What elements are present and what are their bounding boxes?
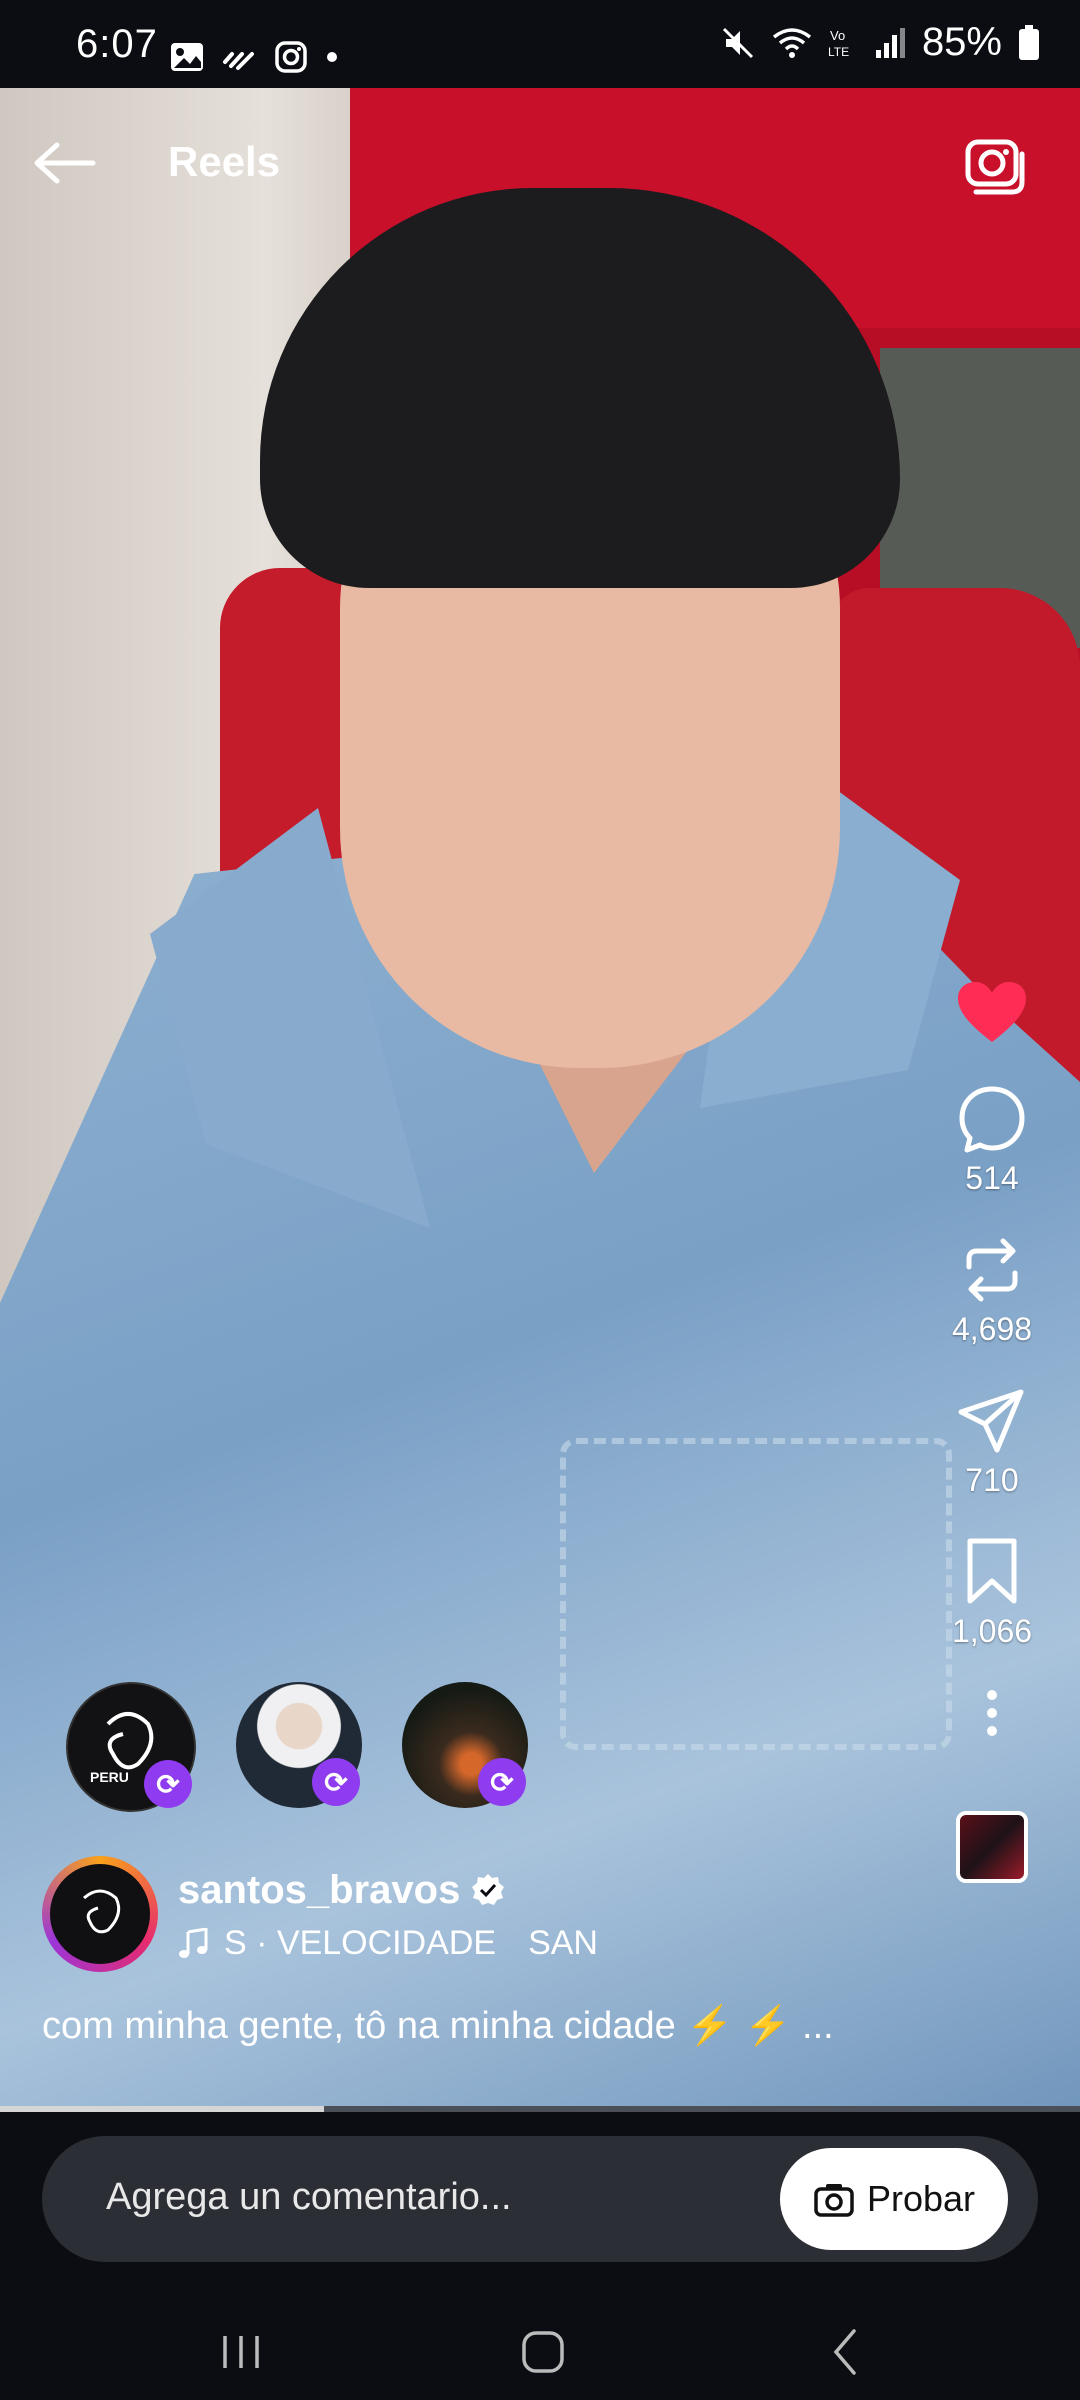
- battery-percent: 85%: [921, 20, 1002, 64]
- save-count: 1,066: [951, 1613, 1033, 1649]
- comment-button[interactable]: 514: [957, 1084, 1027, 1197]
- try-button-label: Probar: [866, 2178, 976, 2219]
- comment-input[interactable]: Agrega un comentario... Probar: [42, 2136, 1038, 2262]
- camera-button[interactable]: [958, 130, 1030, 202]
- heart-filled-icon: [958, 982, 1026, 1042]
- svg-text:PERU: PERU: [90, 1769, 129, 1785]
- bottom-area: Agrega un comentario... Probar: [0, 2112, 1080, 2400]
- author-avatar: [50, 1864, 150, 1964]
- signal-scribble-icon: [223, 52, 254, 70]
- wifi-icon: [772, 27, 812, 58]
- bookmark-icon: [967, 1538, 1017, 1604]
- share-button[interactable]: 710: [957, 1386, 1027, 1499]
- gallery-icon: [171, 43, 203, 71]
- repost-button[interactable]: 4,698: [952, 1235, 1032, 1348]
- status-bar: 6:07 Vo LTE 85%: [0, 0, 1080, 88]
- svg-text:LTE: LTE: [828, 45, 849, 59]
- status-left-icons: [170, 40, 338, 74]
- volte-icon: Vo LTE: [828, 28, 849, 59]
- repost-count: 4,698: [951, 1311, 1033, 1347]
- shirt-pocket: [560, 1438, 952, 1750]
- santos-bravos-avatar-logo-icon: [83, 1889, 121, 1934]
- back-button[interactable]: [30, 128, 100, 198]
- comment-placeholder: Agrega un comentario...: [106, 2176, 512, 2218]
- comment-count: 514: [965, 1160, 1019, 1196]
- author-row: santos_bravos S · VELOCIDADE SAN: [42, 1856, 742, 1976]
- recents-button[interactable]: [206, 2322, 276, 2382]
- system-back-button[interactable]: [810, 2322, 880, 2382]
- camera-small-icon: [814, 2184, 854, 2217]
- more-options-button[interactable]: [982, 1688, 1002, 1741]
- reposter-avatar-2[interactable]: ⟳: [236, 1682, 362, 1808]
- more-vertical-icon: [987, 1690, 997, 1736]
- camera-icon: [965, 139, 1025, 195]
- dot-icon: [327, 52, 337, 62]
- verified-badge-icon: [472, 1874, 504, 1905]
- author-username[interactable]: santos_bravos: [178, 1868, 460, 1913]
- chevron-left-icon: [833, 2329, 856, 2375]
- music-title: S · VELOCIDADE: [224, 1924, 497, 1962]
- send-icon: [958, 1389, 1024, 1453]
- system-nav-bar: [0, 2302, 1080, 2400]
- status-right: Vo LTE 85%: [720, 20, 1040, 65]
- save-button[interactable]: 1,066: [952, 1537, 1032, 1650]
- page-title: Reels: [168, 138, 281, 185]
- repost-badge-1: ⟳: [144, 1760, 192, 1808]
- svg-text:Vo: Vo: [830, 28, 845, 43]
- action-rail: 514 4,698 710 1,066: [922, 980, 1062, 1883]
- reposter-avatar-3[interactable]: ⟳: [402, 1682, 528, 1808]
- music-row[interactable]: S · VELOCIDADE SAN: [178, 1924, 598, 1963]
- share-count: 710: [965, 1462, 1019, 1498]
- mute-icon: [722, 27, 753, 58]
- author-avatar-ring[interactable]: [42, 1856, 158, 1972]
- home-button[interactable]: [508, 2322, 578, 2382]
- reel-caption[interactable]: com minha gente, tô na minha cidade ⚡ ⚡ …: [42, 2004, 834, 2048]
- recents-icon: [223, 2336, 259, 2368]
- battery-icon: [1019, 24, 1039, 60]
- reposter-avatar-1[interactable]: PERU ⟳: [66, 1682, 196, 1812]
- repost-icon: [966, 1238, 1018, 1302]
- reels-header: Reels: [0, 88, 1080, 238]
- arrow-left-icon: [34, 142, 96, 184]
- repost-badge-2: ⟳: [312, 1758, 360, 1806]
- music-note-icon: [179, 1927, 208, 1958]
- audio-thumbnail[interactable]: [956, 1811, 1028, 1883]
- instagram-icon: [275, 41, 307, 73]
- like-button[interactable]: [956, 980, 1028, 1046]
- home-icon: [522, 2331, 564, 2373]
- comment-bubble-icon: [959, 1086, 1025, 1153]
- reposters-row: PERU ⟳ ⟳ ⟳: [66, 1682, 566, 1822]
- status-time: 6:07: [76, 22, 158, 66]
- music-title-extra: SAN: [528, 1924, 598, 1962]
- repost-badge-3: ⟳: [478, 1758, 526, 1806]
- signal-icon: [875, 27, 905, 58]
- try-button[interactable]: Probar: [780, 2148, 1008, 2250]
